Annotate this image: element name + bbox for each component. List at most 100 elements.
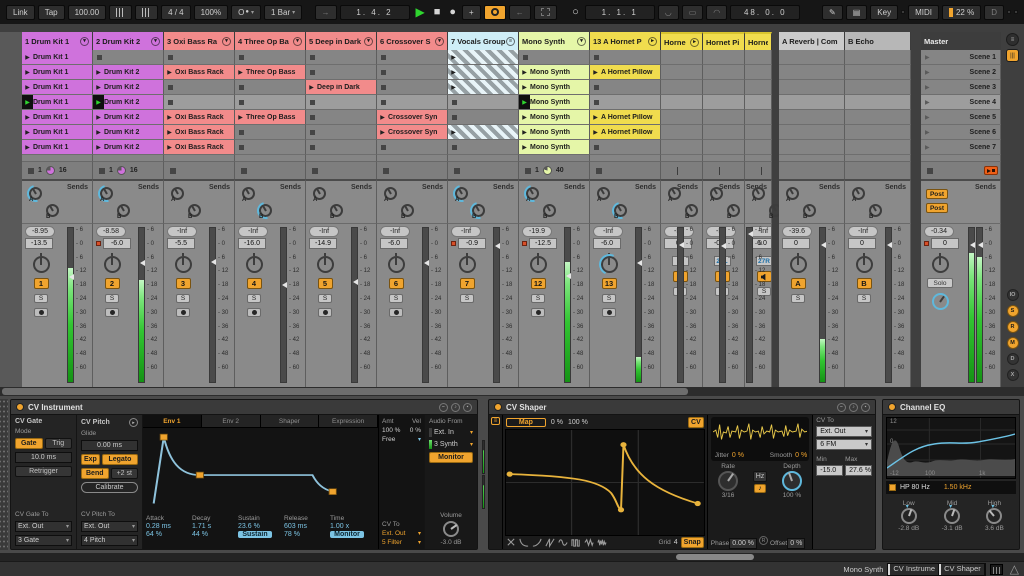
x-shape-icon[interactable] [506, 537, 516, 548]
fader-handle[interactable] [970, 242, 975, 248]
gate-channel-select[interactable]: 3 Gate▾ [15, 535, 72, 546]
pulse-shape-icon[interactable] [571, 537, 581, 548]
clip-slot[interactable]: ▶Three Op Bass [235, 65, 306, 80]
scene-slot[interactable]: ▶Scene 7 [921, 140, 1001, 155]
vel-value[interactable]: 0 % [410, 427, 421, 434]
clip-playing-icon[interactable]: ▶ [93, 95, 104, 109]
overview-icon[interactable]: ≡ [1006, 33, 1019, 46]
clip-play-icon[interactable]: ▶ [93, 69, 104, 76]
clip-play-icon[interactable]: ▶ [590, 114, 601, 121]
arm-button[interactable] [531, 308, 545, 317]
audio-input-select[interactable]: Ext. In [434, 429, 466, 436]
param-value[interactable]: 1.00 x [330, 523, 373, 530]
chain-device-tab[interactable]: CV Shaper [939, 564, 985, 575]
track-header[interactable]: B Echo [845, 32, 911, 50]
high-knob[interactable]: ▾ [986, 508, 1002, 524]
clip-stop-slot[interactable] [519, 50, 590, 65]
sine-shape-icon[interactable] [558, 537, 568, 548]
clip-play-icon[interactable]: ▶ [306, 84, 317, 91]
track-stop-button[interactable] [454, 168, 460, 174]
down-icon[interactable]: ▾ [80, 37, 89, 46]
empty-slot[interactable] [845, 80, 911, 95]
groove-amount-field[interactable]: 100% [194, 5, 228, 20]
down-icon[interactable]: ▾ [222, 37, 231, 46]
fader-handle[interactable] [887, 242, 892, 248]
empty-slot[interactable] [745, 140, 772, 155]
param-value[interactable]: 1.71 s [192, 523, 235, 530]
env-tab-2[interactable]: Env 2 [202, 415, 261, 427]
fader-handle[interactable] [140, 260, 145, 266]
fader-handle[interactable] [679, 242, 684, 248]
volume-field[interactable]: -6.0 [103, 238, 131, 249]
send-a-knob[interactable]: A [384, 187, 397, 200]
peak-level-display[interactable]: -Inf [167, 226, 197, 237]
send-a-knob[interactable]: A [313, 187, 326, 200]
empty-slot[interactable] [779, 80, 845, 95]
clip-slot[interactable]: ▶Deep in Dark [306, 80, 377, 95]
volume-field[interactable]: -6.0 [380, 238, 408, 249]
volume-fader[interactable] [819, 227, 826, 383]
glide-time-field[interactable]: 0.00 ms [81, 440, 138, 451]
fold-icon[interactable]: − [837, 403, 846, 412]
send-a-knob[interactable]: A [852, 187, 865, 200]
volume-fader[interactable] [67, 227, 74, 383]
scrollbar-handle[interactable] [2, 388, 688, 395]
snap-toggle[interactable]: Snap [681, 537, 704, 548]
volume-field[interactable]: -5.5 [167, 238, 195, 249]
hz-toggle[interactable]: Hz [753, 471, 768, 482]
tap-tempo-button[interactable]: Tap [38, 5, 65, 20]
solo-button[interactable]: S [389, 294, 403, 303]
clip-stop-slot[interactable] [235, 95, 306, 110]
solo-button[interactable]: S [857, 294, 871, 303]
param-value[interactable]: 64 % [146, 531, 189, 538]
clip-stop-slot[interactable] [164, 50, 235, 65]
clip-slot-hatched[interactable]: ▶ [448, 125, 519, 140]
rate-value[interactable]: 3/16 [722, 492, 735, 499]
exp-toggle[interactable]: Exp [81, 454, 100, 465]
fader-handle[interactable] [353, 279, 358, 285]
nudge-down-button[interactable] [109, 5, 132, 20]
clip-slot[interactable]: ▶Mono Synth [519, 80, 590, 95]
clip-stop-slot[interactable] [235, 125, 306, 140]
arm-button[interactable] [247, 308, 261, 317]
key-map-toggle[interactable]: Key [870, 5, 898, 20]
track-activator[interactable]: 6 [389, 278, 404, 289]
clip-slot[interactable]: ▶Drum Kit 2 [93, 95, 164, 110]
clip-stop-slot[interactable] [377, 65, 448, 80]
pan-knob[interactable] [790, 256, 807, 273]
pan-knob[interactable] [33, 256, 50, 273]
clip-slot[interactable]: ▶Drum Kit 1 [22, 110, 93, 125]
volume-fader[interactable] [209, 227, 216, 383]
high-value[interactable]: 3.6 dB [985, 525, 1004, 532]
scene-slot[interactable]: ▶Scene 1 [921, 50, 1001, 65]
param-value[interactable]: 0.28 ms [146, 523, 189, 530]
fader-handle[interactable] [721, 243, 726, 249]
legato-toggle[interactable]: Legato [102, 454, 138, 465]
device-on-toggle[interactable] [16, 403, 24, 411]
loop-start-display[interactable]: 1. 1. 1 [585, 5, 655, 20]
volume-fader[interactable] [138, 227, 145, 383]
pan-knob[interactable] [601, 256, 618, 273]
empty-slot[interactable] [745, 110, 772, 125]
overdub-toggle[interactable]: + [462, 5, 481, 20]
empty-slot[interactable] [661, 140, 703, 155]
volume-field[interactable]: -14.9 [309, 238, 337, 249]
zigzag-shape-icon[interactable] [584, 537, 594, 548]
send-a-knob[interactable]: A [455, 187, 468, 200]
track-activator[interactable]: 4 [247, 278, 262, 289]
send-b-knob[interactable]: B [330, 204, 343, 217]
solo-button[interactable]: S [460, 294, 474, 303]
cue-volume-knob[interactable] [932, 293, 949, 310]
highpass-toggle[interactable] [889, 484, 896, 491]
clip-play-icon[interactable]: ▶ [448, 69, 459, 76]
pan-knob[interactable] [932, 256, 949, 273]
show-x-toggle[interactable]: X [1007, 369, 1019, 381]
env-tab-4[interactable]: Expression [319, 415, 378, 427]
pan-knob[interactable] [459, 256, 476, 273]
clip-play-icon[interactable]: ▶ [22, 129, 33, 136]
send-a-knob[interactable]: A [171, 187, 184, 200]
arm-button[interactable] [602, 308, 616, 317]
send-b-knob[interactable]: B [543, 204, 556, 217]
jitter-value[interactable]: 0 % [732, 452, 744, 459]
pan-knob[interactable] [856, 256, 873, 273]
